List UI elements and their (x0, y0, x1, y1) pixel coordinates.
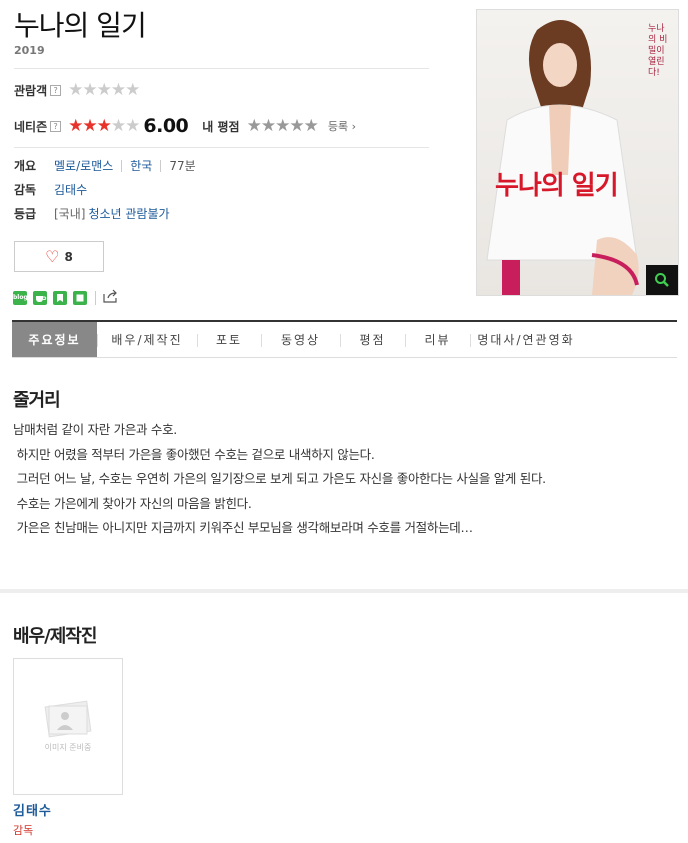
runtime: 77분 (169, 159, 196, 173)
country-link[interactable]: 한국 (130, 157, 152, 174)
movie-poster[interactable]: 누나의 일기 누나의 비밀이 열린다! (476, 9, 679, 296)
synopsis-line: 하지만 어렸을 적부터 가은을 좋아했던 수호는 겉으로 내색하지 않는다. (13, 446, 375, 462)
my-rating-stars[interactable]: ★ ★ ★ ★ ★ (247, 117, 319, 135)
help-icon[interactable]: ? (50, 85, 62, 96)
cast-heading: 배우/제작진 (13, 626, 97, 647)
grade-row: 등급 [국내] 청소년 관람불가 (14, 205, 170, 222)
star-icon: ★ (82, 80, 97, 100)
tab-review[interactable]: 리뷰 (405, 322, 470, 357)
zoom-button[interactable] (646, 265, 678, 295)
synopsis-line: 남매처럼 같이 자란 가은과 수호. (13, 422, 177, 437)
heart-icon: ♡ (45, 247, 60, 266)
like-count: 8 (64, 249, 73, 264)
tab-main-info[interactable]: 주요정보 (12, 322, 97, 357)
bookmark-icon[interactable] (53, 290, 67, 305)
cafe-icon[interactable] (33, 290, 47, 305)
star-icon: ★ (96, 80, 112, 100)
star-icon: ★ (110, 115, 126, 136)
star-icon: ★ (125, 115, 140, 136)
help-icon[interactable]: ? (50, 120, 62, 132)
tab-cast-crew[interactable]: 배우/제작진 (97, 322, 197, 357)
genre-link[interactable]: 멜로/로맨스 (54, 157, 113, 174)
separator (160, 159, 162, 172)
director-label: 감독 (14, 183, 37, 197)
poster-tagline: 누나의 비밀이 열린다! (648, 24, 668, 78)
audience-stars: ★ ★ ★ ★ ★ (68, 80, 140, 100)
placeholder-text: 이미지 준비중 (44, 743, 92, 752)
grade-region: [국내] (54, 207, 86, 221)
star-icon: ★ (96, 115, 112, 136)
synopsis-line: 그러던 어느 날, 수호는 우연히 가은의 일기장으로 보게 되고 가은도 자신… (13, 471, 546, 486)
star-icon: ★ (68, 115, 83, 136)
release-year: 2019 (14, 44, 45, 57)
cast-role: 감독 (13, 824, 34, 837)
tab-rating[interactable]: 평점 (340, 322, 405, 357)
overview-row: 개요 멜로/로맨스 한국 77분 (14, 157, 196, 174)
star-icon[interactable]: ★ (304, 117, 319, 135)
section-divider (0, 589, 688, 593)
register-rating-link[interactable]: 등록 › (328, 118, 356, 134)
share-icon[interactable] (103, 288, 119, 307)
tab-bar: 주요정보 배우/제작진 포토 동영상 평점 리뷰 명대사/연관영화 (12, 320, 677, 358)
like-button[interactable]: ♡ 8 (14, 241, 104, 272)
divider (14, 147, 429, 148)
divider (14, 68, 429, 69)
separator (121, 159, 123, 172)
star-icon: ★ (82, 115, 97, 136)
netizen-stars: ★ ★ ★ ★ ★ (68, 115, 140, 136)
magnifier-icon (655, 273, 669, 287)
blog-icon[interactable]: blog (13, 290, 28, 305)
director-row: 감독 김태수 (14, 181, 87, 198)
star-icon[interactable]: ★ (247, 117, 262, 135)
tab-video[interactable]: 동영상 (261, 322, 340, 357)
memo-icon[interactable] (73, 290, 87, 305)
poster-title: 누나의 일기 (495, 171, 619, 201)
star-icon[interactable]: ★ (261, 117, 276, 135)
star-icon: ★ (125, 80, 140, 100)
synopsis-heading: 줄거리 (13, 390, 61, 411)
synopsis-text: 남매처럼 같이 자란 가은과 수호. 하지만 어렸을 적부터 가은을 좋아했던 … (13, 418, 546, 541)
cast-name-link[interactable]: 김태수 (13, 800, 52, 819)
page-title: 누나의 일기 (14, 9, 147, 42)
grade-label: 등급 (14, 207, 37, 221)
share-bar: blog (13, 288, 119, 307)
netizen-rating-row: 네티즌 ? ★ ★ ★ ★ ★ 6.00 내 평점 ★ ★ ★ ★ ★ 등록 › (14, 115, 356, 137)
tab-quotes-related[interactable]: 명대사/연관영화 (470, 322, 582, 357)
tab-photo[interactable]: 포토 (197, 322, 261, 357)
image-placeholder-icon (44, 700, 92, 738)
director-link[interactable]: 김태수 (54, 181, 87, 198)
divider (95, 290, 96, 305)
star-icon: ★ (110, 80, 126, 100)
grade-link[interactable]: 청소년 관람불가 (88, 205, 169, 222)
star-icon[interactable]: ★ (289, 117, 304, 135)
netizen-score: 6.00 (143, 115, 189, 137)
audience-rating-row: 관람객 ? ★ ★ ★ ★ ★ (14, 80, 140, 100)
star-icon[interactable]: ★ (275, 117, 290, 135)
netizen-rating-label: 네티즌 (14, 119, 48, 134)
overview-label: 개요 (14, 159, 37, 173)
star-icon: ★ (68, 80, 83, 100)
synopsis-line: 수호는 가은에게 찾아가 자신의 마음을 밝힌다. (13, 495, 252, 511)
my-rating-label: 내 평점 (202, 119, 240, 134)
audience-rating-label: 관람객 (14, 84, 48, 98)
cast-photo-placeholder[interactable]: 이미지 준비중 (13, 658, 123, 795)
synopsis-line: 가은은 친남매는 아니지만 지금까지 키워주신 부모님을 생각해보라며 수호를 … (13, 520, 473, 535)
